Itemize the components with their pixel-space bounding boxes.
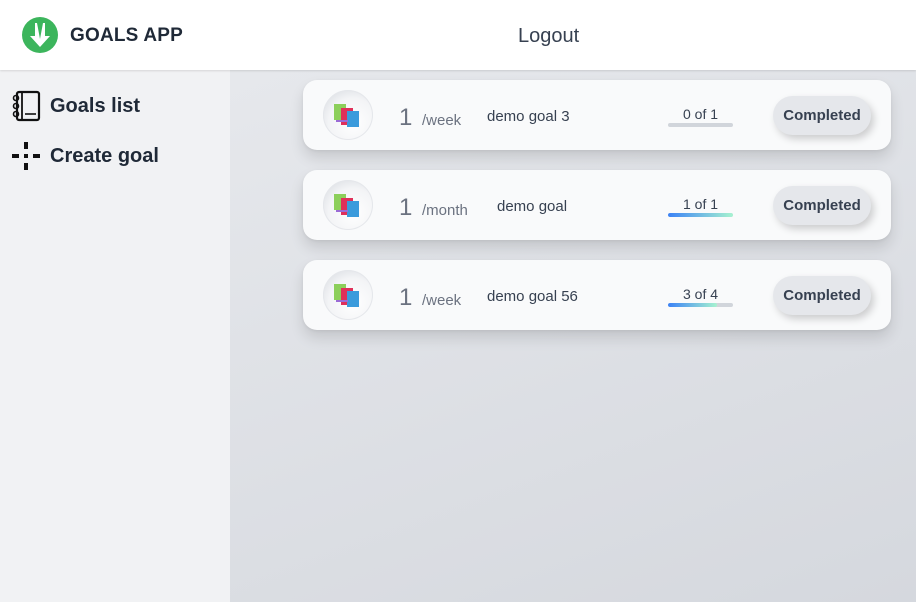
goals-list: 1 /week demo goal 3 0 of 1 Completed 1 /…	[230, 70, 916, 602]
notebook-icon	[10, 90, 42, 122]
goal-period: /week	[422, 292, 462, 309]
progress-label: 3 of 4	[682, 286, 719, 302]
goal-frequency: 1	[399, 104, 413, 131]
sidebar-item-goals-list[interactable]: Goals list	[10, 89, 140, 123]
progress-label: 1 of 1	[682, 196, 719, 212]
books-icon	[323, 270, 373, 320]
progress-bar	[668, 303, 733, 307]
logo-icon[interactable]	[22, 17, 58, 53]
books-icon	[323, 180, 373, 230]
progress-bar	[668, 213, 733, 217]
add-cross-icon	[10, 140, 42, 172]
goal-name: demo goal	[497, 198, 568, 215]
sidebar-item-label: Goals list	[50, 94, 141, 117]
sidebar: Goals list Create goal	[0, 70, 230, 602]
progress-bar	[668, 123, 733, 127]
goal-frequency: 1	[399, 194, 413, 221]
completed-button[interactable]: Completed	[773, 186, 871, 225]
goal-frequency: 1	[399, 284, 413, 311]
completed-button[interactable]: Completed	[773, 96, 871, 135]
goal-period: /month	[422, 202, 468, 219]
goal-card: 1 /week demo goal 3 0 of 1 Completed	[303, 80, 891, 150]
goal-period: /week	[422, 112, 462, 129]
progress-fill	[668, 303, 717, 307]
progress-fill	[668, 213, 733, 217]
sidebar-item-label: Create goal	[50, 144, 159, 167]
goal-name: demo goal 56	[487, 288, 578, 305]
app-title: GOALS APP	[70, 25, 183, 46]
completed-button[interactable]: Completed	[773, 276, 871, 315]
logout-button[interactable]: Logout	[518, 25, 579, 48]
goal-card: 1 /week demo goal 56 3 of 4 Completed	[303, 260, 891, 330]
sidebar-item-create-goal[interactable]: Create goal	[10, 139, 159, 173]
progress-label: 0 of 1	[682, 106, 719, 122]
books-icon	[323, 90, 373, 140]
app-header: GOALS APP Logout	[0, 0, 916, 70]
goal-card: 1 /month demo goal 1 of 1 Completed	[303, 170, 891, 240]
goal-name: demo goal 3	[487, 108, 570, 125]
